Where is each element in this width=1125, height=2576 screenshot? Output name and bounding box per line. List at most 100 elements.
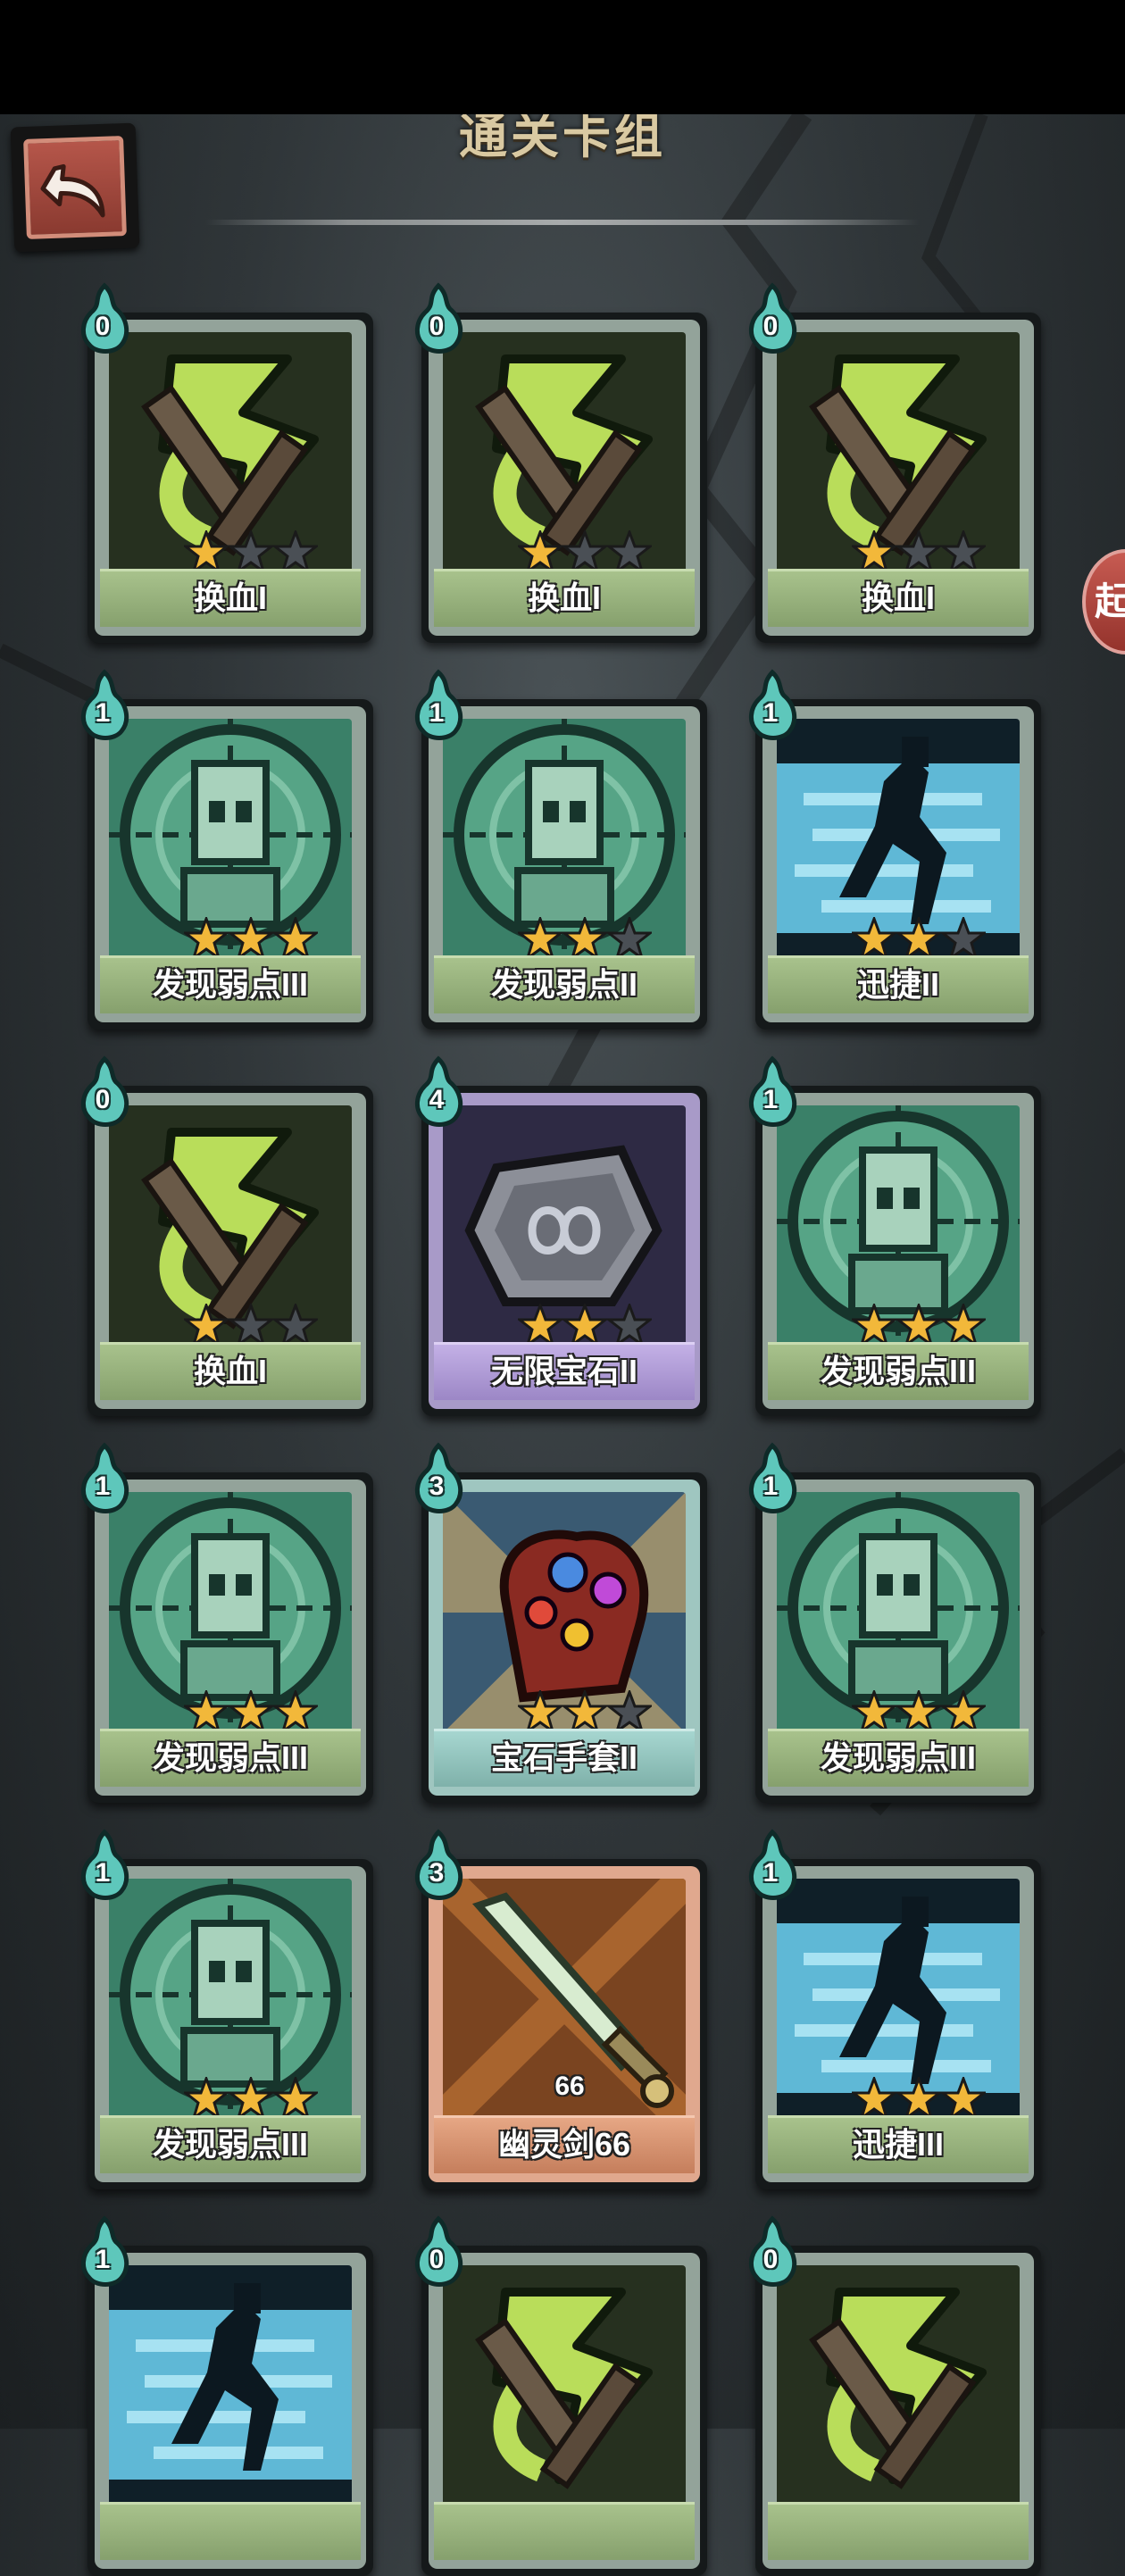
card-art-blood-swap-icon <box>443 2265 686 2506</box>
card-name: 无限宝石II <box>434 1342 695 1400</box>
card-art-blood-swap-icon <box>109 332 352 573</box>
deck-card[interactable]: 0 <box>415 2215 707 2576</box>
side-start-label: 起 <box>1095 580 1125 622</box>
card-cost-badge: 0 <box>743 282 802 357</box>
card-star-rating <box>849 1301 988 1346</box>
card-art-weak-point-icon <box>109 1492 352 1733</box>
deck-card[interactable]: 0 <box>749 2215 1041 2576</box>
card-star-rating <box>849 528 988 573</box>
card-art-swift-icon <box>777 1879 1020 2120</box>
card-cost: 0 <box>95 312 111 341</box>
card-cost-badge: 0 <box>743 2215 802 2290</box>
deck-card[interactable]: 换血I 0 <box>415 282 707 643</box>
deck-card[interactable]: 66 幽灵剑66 3 <box>415 1829 707 2189</box>
card-cost-badge: 1 <box>743 1442 802 1517</box>
card-art-blood-swap-icon <box>109 1105 352 1346</box>
card-name: 换血I <box>434 569 695 627</box>
card-cost-badge: 1 <box>743 1829 802 1904</box>
card-cost-badge: 3 <box>409 1442 468 1517</box>
card-name <box>434 2502 695 2560</box>
card-cost: 1 <box>762 698 779 728</box>
card-star-rating <box>849 914 988 960</box>
card-name: 换血I <box>100 569 361 627</box>
card-cost: 0 <box>95 1085 111 1114</box>
card-cost: 1 <box>95 1858 111 1888</box>
card-cost: 0 <box>429 2245 445 2274</box>
card-cost-badge: 1 <box>409 669 468 744</box>
deck-card[interactable]: 发现弱点III 1 <box>81 1442 373 1803</box>
deck-card[interactable]: 发现弱点III 1 <box>749 1055 1041 1416</box>
card-cost: 0 <box>762 2245 779 2274</box>
card-name: 宝石手套II <box>434 1729 695 1787</box>
card-cost: 0 <box>429 312 445 341</box>
card-star-rating <box>181 2074 321 2120</box>
card-star-rating <box>849 1688 988 1733</box>
card-cost: 1 <box>95 698 111 728</box>
card-cost-badge: 0 <box>75 282 134 357</box>
card-name: 迅捷III <box>768 2115 1029 2173</box>
card-cost: 1 <box>95 1471 111 1501</box>
card-cost-badge: 0 <box>409 2215 468 2290</box>
back-button[interactable] <box>10 122 140 253</box>
card-art-infinity-gem-icon <box>443 1105 686 1346</box>
deck-card[interactable]: 发现弱点III 1 <box>749 1442 1041 1803</box>
card-name: 幽灵剑66 <box>434 2115 695 2173</box>
card-art-weak-point-icon <box>109 1879 352 2120</box>
deck-card[interactable]: 换血I 0 <box>81 1055 373 1416</box>
back-arrow-icon <box>40 163 105 218</box>
deck-card[interactable]: 迅捷II 1 <box>749 669 1041 1030</box>
card-cost-badge: 4 <box>409 1055 468 1130</box>
card-star-rating <box>181 1301 321 1346</box>
card-cost: 1 <box>762 1085 779 1114</box>
card-cost-badge: 1 <box>75 669 134 744</box>
deck-card[interactable]: 换血I 0 <box>749 282 1041 643</box>
card-star-rating <box>515 1301 654 1346</box>
card-art-weak-point-icon <box>777 1105 1020 1346</box>
card-art-swift-icon <box>109 2265 352 2506</box>
card-name: 换血I <box>100 1342 361 1400</box>
deck-card[interactable]: 宝石手套II 3 <box>415 1442 707 1803</box>
header: 通关卡组 <box>0 114 1125 248</box>
deck-card[interactable]: 迅捷III 1 <box>749 1829 1041 2189</box>
card-art-blood-swap-icon <box>443 332 686 573</box>
status-bar <box>0 0 1125 114</box>
card-name: 发现弱点III <box>768 1342 1029 1400</box>
deck-card[interactable]: 无限宝石II 4 <box>415 1055 707 1416</box>
card-cost: 4 <box>429 1085 445 1114</box>
card-star-rating <box>515 914 654 960</box>
card-cost: 1 <box>762 1858 779 1888</box>
card-art-value: 66 <box>554 2072 585 2101</box>
deck-card[interactable]: 发现弱点III 1 <box>81 1829 373 2189</box>
card-art-blood-swap-icon <box>777 2265 1020 2506</box>
card-star-rating <box>849 2074 988 2120</box>
card-name: 迅捷II <box>768 955 1029 1013</box>
title-divider <box>205 220 920 225</box>
card-cost: 1 <box>95 2245 111 2274</box>
card-name <box>100 2502 361 2560</box>
card-art-swift-icon <box>777 719 1020 960</box>
card-cost: 0 <box>762 312 779 341</box>
card-star-rating <box>181 528 321 573</box>
card-cost-badge: 1 <box>75 2215 134 2290</box>
card-art-gem-gauntlet-icon <box>443 1492 686 1733</box>
card-name: 发现弱点III <box>768 1729 1029 1787</box>
deck-card[interactable]: 发现弱点II 1 <box>415 669 707 1030</box>
deck-card[interactable]: 发现弱点III 1 <box>81 669 373 1030</box>
card-cost: 1 <box>429 698 445 728</box>
card-art-weak-point-icon <box>109 719 352 960</box>
deck-card[interactable]: 换血I 0 <box>81 282 373 643</box>
card-cost-badge: 3 <box>409 1829 468 1904</box>
card-star-rating <box>515 1688 654 1733</box>
card-cost: 3 <box>429 1471 445 1501</box>
card-star-rating <box>181 914 321 960</box>
deck-card[interactable]: 1 <box>81 2215 373 2576</box>
card-star-rating <box>181 1688 321 1733</box>
card-name: 发现弱点II <box>434 955 695 1013</box>
card-art-ghost-sword-icon: 66 <box>443 1879 686 2120</box>
card-cost-badge: 0 <box>409 282 468 357</box>
card-name: 发现弱点III <box>100 2115 361 2173</box>
card-cost-badge: 1 <box>75 1829 134 1904</box>
card-cost: 3 <box>429 1858 445 1888</box>
card-name: 发现弱点III <box>100 955 361 1013</box>
card-art-blood-swap-icon <box>777 332 1020 573</box>
